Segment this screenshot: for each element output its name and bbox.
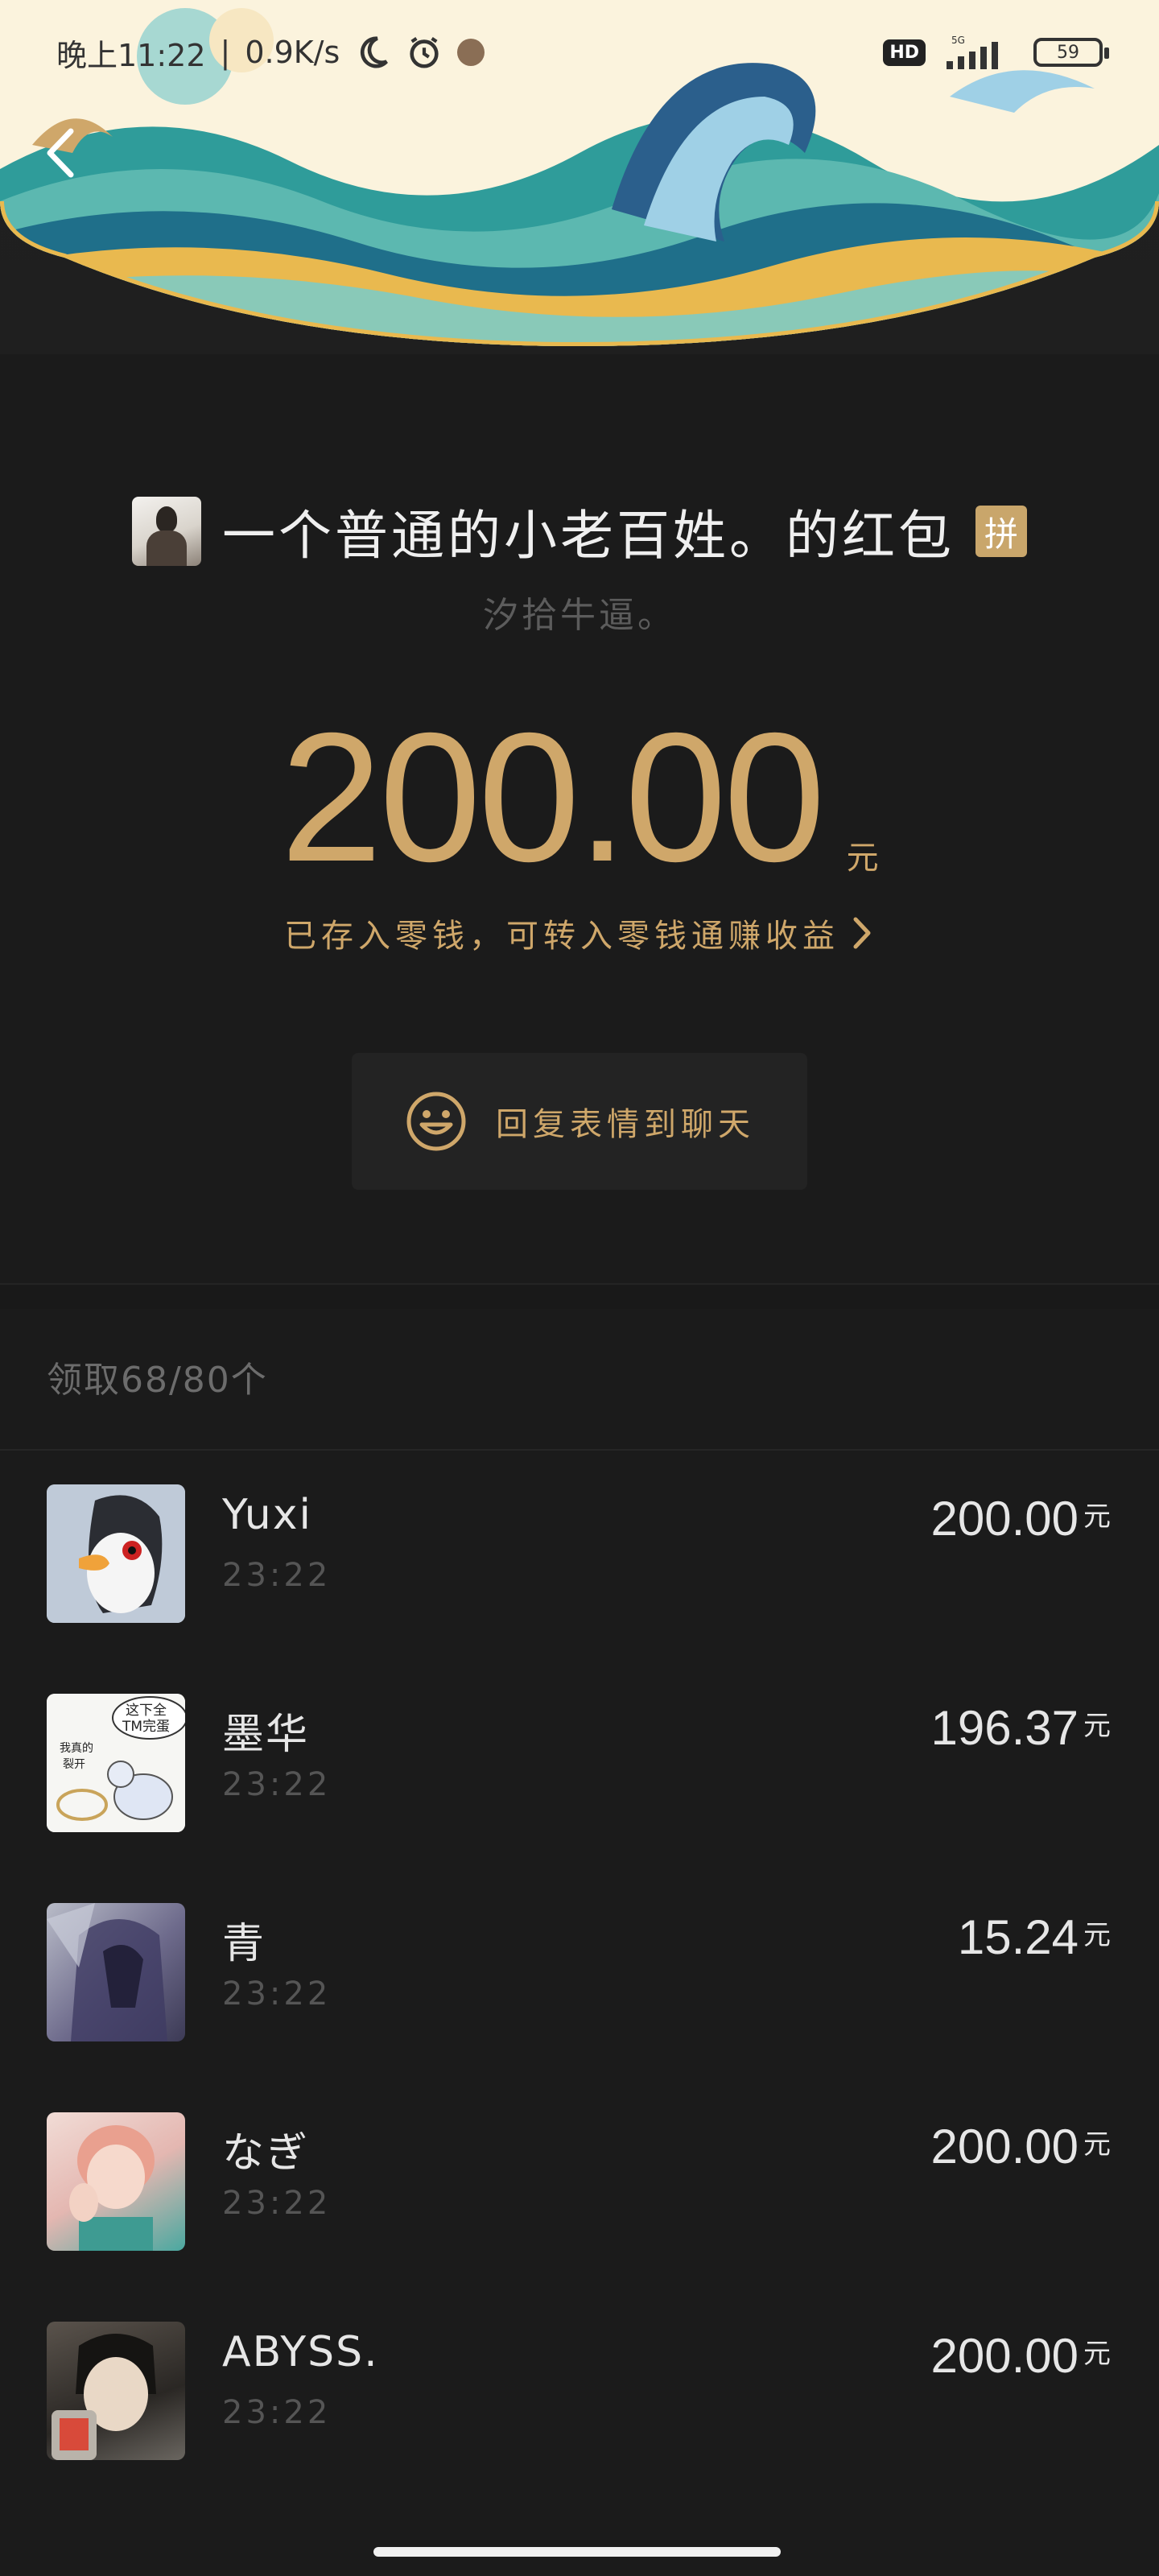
duck-avatar-art <box>47 1484 185 1623</box>
hd-badge: HD <box>883 39 926 66</box>
receive-time: 23:22 <box>222 1766 332 1803</box>
savings-text: 已存入零钱，可转入零钱通赚收益 <box>284 918 839 955</box>
battery-icon: 59 <box>1033 38 1109 67</box>
status-bar: 晚上11:22 | 0.9K/s HD 5G 59 <box>0 0 1159 105</box>
receiver-name: 墨华 <box>222 1711 310 1759</box>
battery-level: 59 <box>1057 42 1079 63</box>
amount-unit: 元 <box>846 840 879 877</box>
back-button[interactable] <box>32 121 89 185</box>
received-count: 领取68/80个 <box>47 1360 268 1401</box>
network-speed: 0.9K/s <box>245 35 340 70</box>
receiver-amount: 15.24 元 <box>958 1909 1111 1965</box>
receive-time: 23:22 <box>222 1975 332 2013</box>
meme-avatar-art: 这下全 TM完蛋 我真的 裂开 <box>47 1694 185 1832</box>
list-item[interactable]: Yuxi 23:22 200.00 元 <box>0 1449 1159 1658</box>
avatar-text-3: 我真的 <box>60 1742 93 1755</box>
sender-row: 一个普通的小老百姓。的红包 拼 <box>0 495 1159 568</box>
amount-value: 196.37 <box>930 1701 1079 1755</box>
avatar-text-1: 这下全 <box>126 1703 167 1719</box>
receiver-name: 青 <box>222 1920 266 1968</box>
portrait-avatar-art <box>69 2125 155 2251</box>
avatar[interactable] <box>47 2322 185 2460</box>
amount-value: 200.00 <box>930 1492 1079 1546</box>
receiver-name: ABYSS. <box>222 2328 379 2376</box>
avatar[interactable] <box>47 1903 185 2041</box>
reply-label: 回复表情到聊天 <box>496 1106 755 1143</box>
receiver-name: なぎ <box>222 2129 310 2178</box>
smile-icon <box>406 1092 466 1151</box>
status-divider: | <box>220 35 231 70</box>
receive-time: 23:22 <box>222 2394 332 2431</box>
amount-unit: 元 <box>1083 2338 1111 2370</box>
savings-link[interactable]: 已存入零钱，可转入零钱通赚收益 <box>0 910 1159 956</box>
alarm-icon <box>410 36 439 68</box>
anime-avatar-art <box>47 1903 167 2041</box>
amount-unit: 元 <box>1083 1919 1111 1951</box>
section-divider <box>0 1283 1159 1309</box>
chevron-right-icon <box>853 917 871 949</box>
amount-row: 200.00 元 <box>0 706 1159 890</box>
receiver-amount: 200.00 元 <box>930 1491 1111 1546</box>
receiver-name: Yuxi <box>222 1491 312 1539</box>
amount-value: 200.00 <box>930 2120 1079 2174</box>
moon-icon <box>361 36 389 68</box>
app-icon <box>457 39 485 66</box>
sender-avatar[interactable] <box>132 497 201 566</box>
amount-value: 15.24 <box>957 1910 1079 1964</box>
avatar-text-2: TM完蛋 <box>122 1719 170 1735</box>
signal-icon: 5G <box>947 35 998 69</box>
manga-avatar-art <box>52 2334 156 2460</box>
receiver-list: Yuxi 23:22 200.00 元 这下全 TM完蛋 我真的 裂开 墨华 2… <box>0 1449 1159 2496</box>
reply-sticker-button[interactable]: 回复表情到聊天 <box>352 1053 807 1190</box>
receiver-amount: 196.37 元 <box>930 1700 1111 1756</box>
received-amount: 200.00 <box>280 696 825 900</box>
amount-unit: 元 <box>1083 1501 1111 1533</box>
receiver-amount: 200.00 元 <box>930 2328 1111 2384</box>
amount-unit: 元 <box>1083 2128 1111 2161</box>
avatar-text-4: 裂开 <box>63 1758 85 1771</box>
avatar[interactable] <box>47 2112 185 2251</box>
sender-title: 一个普通的小老百姓。的红包 <box>222 505 955 567</box>
chevron-left-icon <box>47 128 74 178</box>
header-banner: 晚上11:22 | 0.9K/s HD 5G 59 <box>0 0 1159 354</box>
avatar[interactable]: 这下全 TM完蛋 我真的 裂开 <box>47 1694 185 1832</box>
receive-time: 23:22 <box>222 1557 332 1594</box>
signal-label: 5G <box>951 35 965 46</box>
list-item[interactable]: なぎ 23:22 200.00 元 <box>0 2077 1159 2286</box>
amount-value: 200.00 <box>930 2329 1079 2383</box>
list-item[interactable]: 青 23:22 15.24 元 <box>0 1868 1159 2077</box>
amount-unit: 元 <box>1083 1710 1111 1742</box>
avatar[interactable] <box>47 1484 185 1623</box>
receive-time: 23:22 <box>222 2185 332 2222</box>
home-indicator[interactable] <box>373 2547 781 2557</box>
list-item[interactable]: 这下全 TM完蛋 我真的 裂开 墨华 23:22 196.37 元 <box>0 1658 1159 1868</box>
status-time: 晚上11:22 <box>56 37 206 73</box>
receiver-amount: 200.00 元 <box>930 2119 1111 2174</box>
red-packet-message: 汐拾牛逼。 <box>483 595 676 636</box>
list-item[interactable]: ABYSS. 23:22 200.00 元 <box>0 2286 1159 2496</box>
group-red-packet-badge: 拼 <box>975 506 1027 557</box>
